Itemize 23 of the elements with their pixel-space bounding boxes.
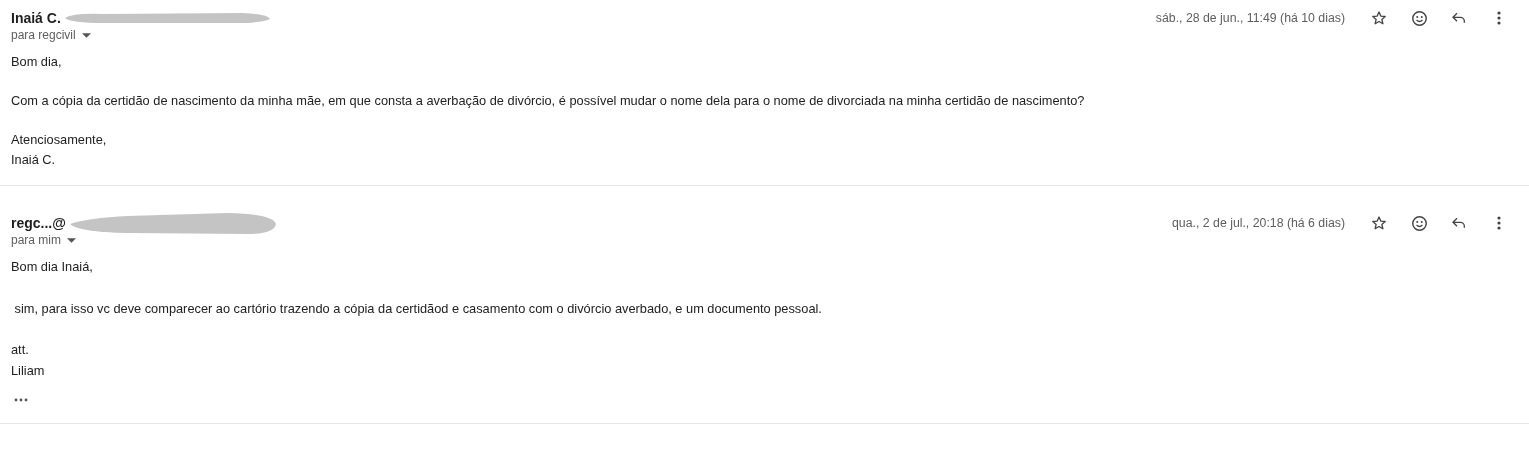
more-options-icon[interactable] [1497, 11, 1501, 25]
reply-icon[interactable] [1451, 215, 1467, 231]
message-paragraph: Atenciosamente, Inaiá C. [11, 131, 108, 169]
message-paragraph: Bom dia, [11, 53, 63, 71]
emoji-icon[interactable] [1410, 214, 1428, 232]
message-date: qua., 2 de jul., 20:18 (há 6 dias) [1172, 216, 1345, 230]
reply-icon[interactable] [1451, 10, 1467, 26]
message-paragraph: att. Liliam [11, 341, 46, 380]
message-paragraph: sim, para isso vc deve comparecer ao cartório trazendo a cópia da certidãod e casamento com o divórcio averbado, e um documento pessoal. [13, 299, 823, 318]
message-date: sáb., 28 de jun., 11:49 (há 10 dias) [1155, 11, 1345, 25]
emoji-icon[interactable] [1410, 9, 1428, 27]
sender-name: regc...@ [11, 215, 66, 231]
star-icon[interactable] [1371, 10, 1387, 26]
recipient-label: para regcivil [11, 28, 76, 42]
recipient-label: para mim [11, 233, 61, 247]
dropdown-caret-icon[interactable] [67, 237, 76, 243]
ellipsis-icon[interactable] [14, 398, 28, 402]
message-paragraph: Bom dia Inaiá, [11, 258, 94, 276]
more-options-icon[interactable] [1497, 216, 1501, 230]
sender-name: Inaiá C. [11, 10, 61, 26]
star-icon[interactable] [1371, 215, 1387, 231]
dropdown-caret-icon[interactable] [81, 32, 91, 38]
message-paragraph: Com a cópia da certidão de nascimento da minha mãe, em que consta a averbação de divórcio, é possível mudar o nome dela para o nome de divorciada na minha certidão de nascimento? [11, 92, 1086, 110]
